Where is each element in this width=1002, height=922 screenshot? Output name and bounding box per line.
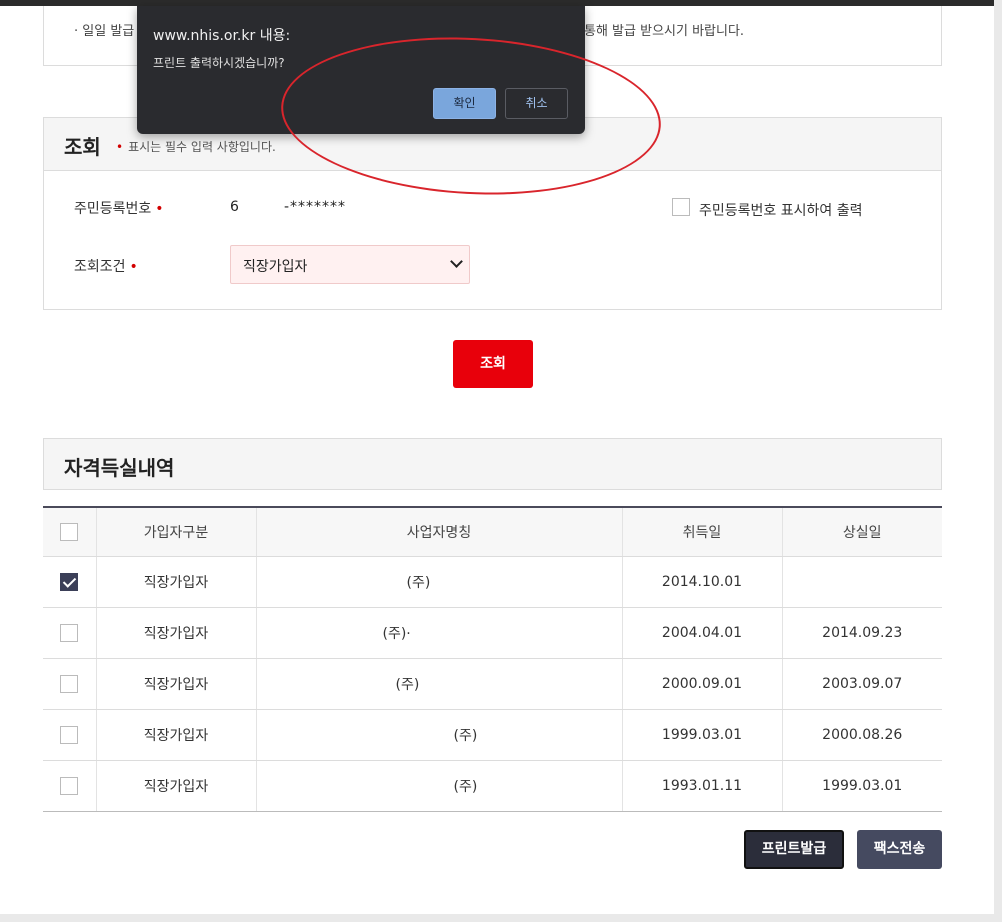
row-acquired: 2014.10.01 (622, 556, 783, 608)
dialog-message: 프린트 출력하시겠습니까? (153, 56, 285, 70)
row-type: 직장가입자 (96, 709, 257, 761)
select-all-cell (43, 506, 97, 557)
query-button[interactable]: 조회 (453, 340, 533, 388)
column-header: 상실일 (782, 506, 942, 557)
row-company-cell: (주)· (256, 607, 623, 659)
table-row: 직장가입자 (주) 2000.09.01 2003.09.07 (43, 658, 942, 710)
required-note: • 표시는 필수 입력 사항입니다. (116, 140, 276, 154)
rrn-front-value: 6 (230, 199, 239, 215)
chevron-down-icon (450, 255, 463, 268)
row-lost (782, 556, 942, 608)
condition-select[interactable]: 직장가입자 (230, 245, 470, 284)
print-issue-button[interactable]: 프린트발급 (744, 830, 844, 869)
table-row: 직장가입자 (주)· 2004.04.01 2014.09.23 (43, 607, 942, 659)
row-type: 직장가입자 (96, 760, 257, 812)
search-title: 조회 (64, 135, 101, 159)
history-title: 자격득실내역 (64, 456, 175, 480)
row-company: (주) (453, 728, 478, 744)
column-header: 가입자구분 (96, 506, 257, 557)
row-company-cell: (주) (256, 760, 623, 812)
row-acquired: 2004.04.01 (622, 607, 783, 659)
row-checkbox[interactable] (60, 675, 79, 693)
row-checkbox[interactable] (60, 573, 79, 591)
condition-label: 조회조건 • (74, 259, 138, 275)
table-header-row: 가입자구분 사업자명칭 취득일 상실일 (43, 506, 942, 557)
dialog-title: www.nhis.or.kr 내용: (153, 28, 291, 44)
row-acquired: 1999.03.01 (622, 709, 783, 761)
row-checkbox[interactable] (60, 726, 79, 744)
rrn-label: 주민등록번호 • (74, 201, 164, 217)
notice-text-end: 통해 발급 받으시기 바랍니다. (584, 24, 745, 39)
show-rrn-checkbox[interactable] (672, 198, 690, 216)
row-company: (주) (453, 779, 478, 795)
select-all-checkbox[interactable] (60, 523, 79, 541)
history-header: 자격득실내역 (43, 438, 942, 490)
row-lost: 2014.09.23 (782, 607, 942, 659)
row-company: (주) (406, 575, 431, 591)
row-company: (주)· (382, 626, 411, 642)
column-header: 취득일 (622, 506, 783, 557)
row-lost: 2000.08.26 (782, 709, 942, 761)
table-row: 직장가입자 (주) 1999.03.01 2000.08.26 (43, 709, 942, 761)
history-table: 가입자구분 사업자명칭 취득일 상실일 직장가입자 (주) 2014.10.01… (43, 506, 942, 812)
row-lost: 2003.09.07 (782, 658, 942, 710)
column-header: 사업자명칭 (256, 506, 623, 557)
condition-select-value: 직장가입자 (243, 259, 308, 275)
row-checkbox[interactable] (60, 777, 79, 795)
row-checkbox[interactable] (60, 624, 79, 642)
row-acquired: 1993.01.11 (622, 760, 783, 812)
row-company-cell: (주) (256, 556, 623, 608)
table-row: 직장가입자 (주) 2014.10.01 (43, 556, 942, 608)
table-row: 직장가입자 (주) 1993.01.11 1999.03.01 (43, 760, 942, 812)
row-type: 직장가입자 (96, 658, 257, 710)
row-company-cell: (주) (256, 658, 623, 710)
rrn-back-masked: -******* (284, 199, 347, 215)
show-rrn-label: 주민등록번호 표시하여 출력 (699, 203, 863, 219)
row-company: (주) (395, 677, 420, 693)
window-edge-bottom (0, 914, 1002, 922)
row-acquired: 2000.09.01 (622, 658, 783, 710)
row-type: 직장가입자 (96, 607, 257, 659)
row-type: 직장가입자 (96, 556, 257, 608)
row-company-cell: (주) (256, 709, 623, 761)
notice-text: · 일일 발급 (74, 24, 135, 39)
row-lost: 1999.03.01 (782, 760, 942, 812)
fax-send-button[interactable]: 팩스전송 (857, 830, 942, 869)
window-edge-right (994, 0, 1002, 922)
